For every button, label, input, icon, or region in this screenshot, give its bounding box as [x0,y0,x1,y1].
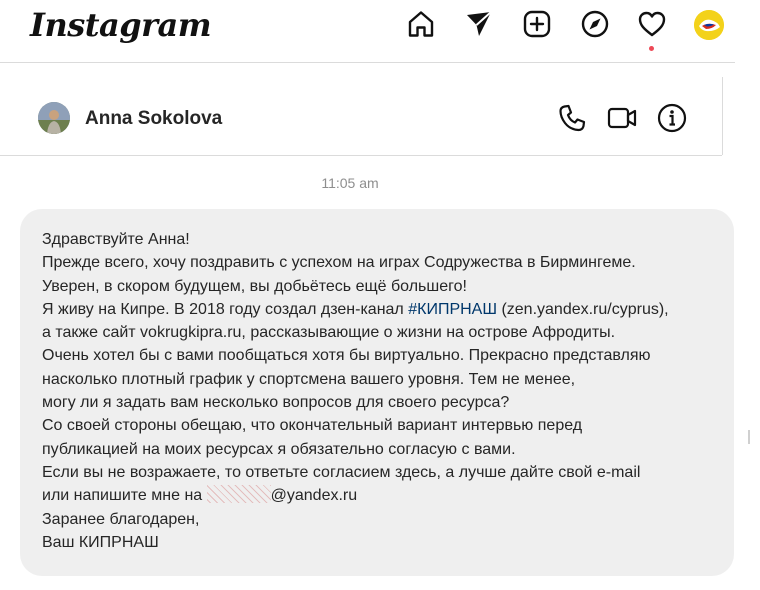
message-line: насколько плотный график у спортсмена ва… [42,370,576,388]
home-icon[interactable] [406,9,436,39]
explore-compass-icon[interactable] [580,9,610,39]
redacted-email-scribble [206,485,271,504]
phone-icon[interactable] [556,102,588,134]
message-line: Здравствуйте Анна! [42,231,190,248]
new-post-icon[interactable] [522,9,552,39]
header-divider [0,155,722,156]
message-line: Если вы не возражаете, то ответьте согла… [42,463,641,481]
message-line-with-email: или напишите мне на @yandex.ru [42,484,712,507]
message-text: (zen.yandex.ru/cyprus), [497,300,669,318]
message-line: Со своей стороны обещаю, что окончательн… [42,417,583,435]
top-divider [0,62,735,63]
message-line: могу ли я задать вам несколько вопросов … [42,394,510,412]
video-call-icon[interactable] [606,102,638,134]
contact-name[interactable]: Anna Sokolova [85,108,222,130]
conversation-header: Anna Sokolova [0,78,722,156]
message-text: @yandex.ru [270,487,358,505]
message-line-with-hashtag: Я живу на Кипре. В 2018 году создал дзен… [42,298,712,321]
message-line: Уверен, в скором будущем, вы добьётесь е… [42,277,467,295]
notification-dot [649,46,654,51]
hashtag-link[interactable]: #КИПРНАШ [408,301,497,318]
message-line: публикацией на моих ресурсах я обязатель… [42,440,516,458]
info-icon[interactable] [656,102,688,134]
message-line: а также сайт vokrugkipra.ru, рассказываю… [42,324,616,342]
message-line: Очень хотел бы с вами пообщаться хотя бы… [42,347,651,365]
contact-avatar[interactable] [38,102,70,134]
profile-avatar[interactable] [694,10,724,40]
message-line: Заранее благодарен, [42,510,200,528]
message-timestamp: 11:05 am [321,175,379,191]
message-line: Ваш КИПРНАШ [42,533,159,551]
panel-border [722,77,723,155]
message-text: или напишите мне на [42,487,207,505]
top-nav-bar: Instagram [0,0,760,62]
instagram-logo[interactable]: Instagram [30,6,212,44]
direct-send-icon[interactable] [464,9,494,39]
message-bubble[interactable]: Здравствуйте Анна! Прежде всего, хочу по… [20,209,734,576]
message-line: Прежде всего, хочу поздравить с успехом … [42,254,636,272]
scrollbar-fragment [748,430,750,444]
message-text: Я живу на Кипре. В 2018 году создал дзен… [42,300,409,318]
activity-heart-icon[interactable] [637,9,667,39]
